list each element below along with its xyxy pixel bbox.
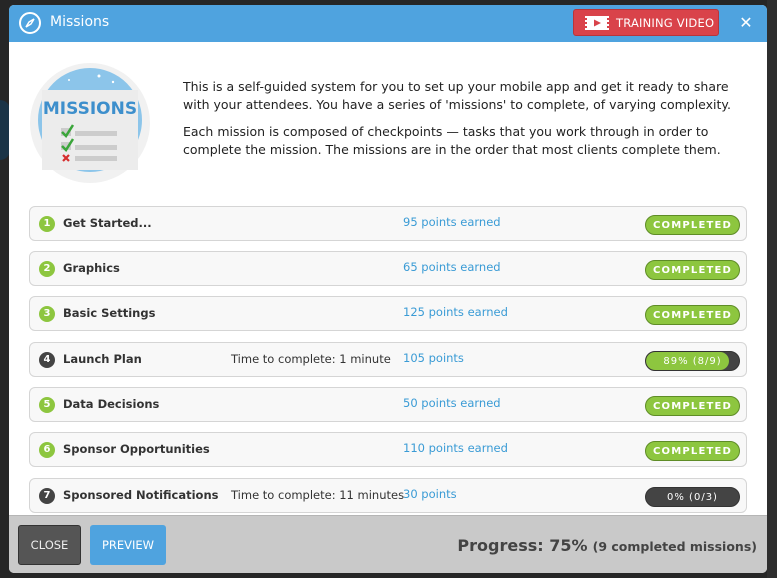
mission-row[interactable]: 2 Graphics 65 points earned COMPLETED xyxy=(29,251,747,286)
mission-row[interactable]: 4 Launch Plan Time to complete: 1 minute 10… xyxy=(29,342,747,377)
intro-paragraph: This is a self-guided system for you to … xyxy=(183,79,732,112)
progress-percent: Progress: 75% xyxy=(457,536,588,555)
mission-name: Data Decisions xyxy=(63,397,160,411)
mission-points: 110 points earned xyxy=(403,441,508,455)
progress-detail: (9 completed missions) xyxy=(592,539,757,554)
modal-title: Missions xyxy=(50,14,110,30)
mission-points: 125 points earned xyxy=(403,305,508,319)
background-strip xyxy=(767,0,777,578)
mission-number-badge: 4 xyxy=(39,352,55,368)
mission-number-badge: 6 xyxy=(39,442,55,458)
mission-number-badge: 2 xyxy=(39,261,55,277)
compass-icon xyxy=(19,12,41,34)
mission-row[interactable]: 5 Data Decisions 50 points earned COMPLETED xyxy=(29,387,747,422)
mission-name: Graphics xyxy=(63,261,120,275)
overall-progress: Progress: 75% (9 completed missions) xyxy=(457,536,757,555)
illustration-title: MISSIONS xyxy=(43,99,137,119)
status-badge-completed: COMPLETED xyxy=(645,396,740,416)
mission-name: Get Started... xyxy=(63,216,152,230)
mission-name: Sponsor Opportunities xyxy=(63,442,210,456)
missions-illustration: MISSIONS xyxy=(29,62,151,184)
intro-text: This is a self-guided system for you to … xyxy=(183,78,753,168)
progress-label: 0% (0/3) xyxy=(667,492,718,503)
mission-name: Basic Settings xyxy=(63,306,156,320)
preview-button[interactable]: PREVIEW xyxy=(90,525,166,565)
close-icon[interactable]: ✕ xyxy=(736,13,756,33)
modal-header: Missions TRAINING VIDEO ✕ xyxy=(9,5,767,42)
mission-points: 30 points xyxy=(403,487,457,501)
mission-time: Time to complete: 1 minute xyxy=(231,352,391,366)
mission-points: 65 points earned xyxy=(403,260,501,274)
modal-footer: CLOSE PREVIEW Progress: 75% (9 completed… xyxy=(9,515,767,573)
intro-paragraph: Each mission is composed of checkpoints … xyxy=(183,124,721,157)
mission-number-badge: 3 xyxy=(39,306,55,322)
mission-row[interactable]: 1 Get Started... 95 points earned COMPLETED xyxy=(29,206,747,241)
mission-row[interactable]: 3 Basic Settings 125 points earned COMPLETE… xyxy=(29,296,747,331)
mission-row[interactable]: 7 Sponsored Notifications Time to complete… xyxy=(29,478,747,513)
status-badge-completed: COMPLETED xyxy=(645,441,740,461)
mission-points: 50 points earned xyxy=(403,396,501,410)
mission-progress-bar: 89% (8/9) xyxy=(645,351,740,371)
missions-modal: Missions TRAINING VIDEO ✕ MISSIONS This … xyxy=(9,5,767,573)
status-badge-completed: COMPLETED xyxy=(645,260,740,280)
mission-number-badge: 5 xyxy=(39,397,55,413)
mission-name: Launch Plan xyxy=(63,352,142,366)
video-icon xyxy=(585,16,609,33)
status-badge-completed: COMPLETED xyxy=(645,305,740,325)
progress-label: 89% (8/9) xyxy=(663,356,722,367)
mission-row[interactable]: 6 Sponsor Opportunities 110 points earned C… xyxy=(29,432,747,467)
training-video-label: TRAINING VIDEO xyxy=(616,16,715,30)
mission-points: 105 points xyxy=(403,351,464,365)
status-badge-completed: COMPLETED xyxy=(645,215,740,235)
mission-number-badge: 7 xyxy=(39,488,55,504)
training-video-button[interactable]: TRAINING VIDEO xyxy=(573,9,719,36)
mission-points: 95 points earned xyxy=(403,215,501,229)
close-button[interactable]: CLOSE xyxy=(18,525,81,565)
mission-number-badge: 1 xyxy=(39,216,55,232)
mission-time: Time to complete: 11 minutes xyxy=(231,488,405,502)
mission-name: Sponsored Notifications xyxy=(63,488,219,502)
mission-progress-bar: 0% (0/3) xyxy=(645,487,740,507)
